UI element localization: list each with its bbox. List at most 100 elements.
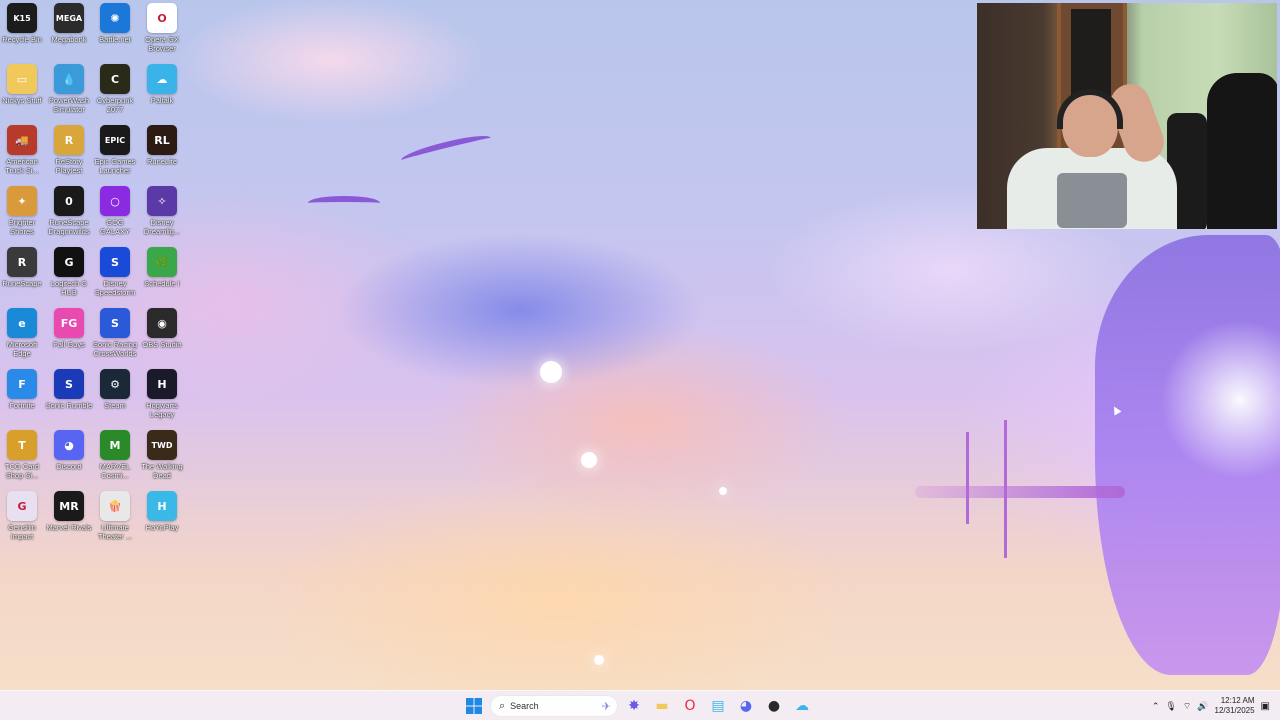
desktop-icon-label: Sonic Racing CrossWorlds [92, 340, 138, 358]
desktop-icon-label: OBS Studio [142, 340, 182, 349]
desktop-icon-label: ReStory Playtest [55, 157, 83, 175]
taskbar-clock[interactable]: 12:12 AM 12/31/2025 [1215, 696, 1255, 716]
microphone-icon[interactable]: 🎙 [1165, 701, 1176, 712]
desktop-icon[interactable]: G Genshin Impact [0, 491, 46, 541]
taskbar-app-button[interactable]: ◕ [734, 694, 758, 718]
marvel-rivals-icon: MR [54, 491, 84, 521]
clock-date: 12/31/2025 [1214, 706, 1255, 715]
system-tray: ⌃ 🎙 ⌔ 🔊 12:12 AM 12/31/2025 ▣ [1152, 694, 1270, 718]
dragonwilds-icon: 0 [54, 186, 84, 216]
wallpaper-mast [1004, 420, 1007, 558]
desktop-icon[interactable]: 🌿 Schedule I [138, 247, 186, 288]
folder-icon: ▭ [7, 64, 37, 94]
wallpaper-bird [399, 131, 493, 167]
desktop-icon[interactable]: EPIC Epic Games Launcher [91, 125, 139, 175]
desktop-icon[interactable]: ✺ Battle.net [91, 3, 139, 44]
desktop-icon-label: Epic Games Launcher [94, 157, 136, 175]
taskbar-app-button[interactable]: ☁ [790, 694, 814, 718]
desktop-icon-label: Hogwarts Legacy [146, 401, 178, 419]
desktop-icon[interactable]: R RuneScape [0, 247, 46, 288]
taskbar-app-button[interactable]: ▤ [706, 694, 730, 718]
wifi-icon[interactable]: ⌔ [1183, 701, 1191, 712]
sonic-racing-icon: S [100, 308, 130, 338]
disney-dreamlight-icon: ✧ [147, 186, 177, 216]
desktop-icon[interactable]: R ReStory Playtest [45, 125, 93, 175]
disney-speedstorm-icon: S [100, 247, 130, 277]
desktop-icon[interactable]: S Sonic Rumble [45, 369, 93, 410]
desktop-icon-label: Marvel Rivals [46, 523, 92, 532]
desktop-icon[interactable]: ◕ Discord [45, 430, 93, 471]
desktop-icon[interactable]: MR Marvel Rivals [45, 491, 93, 532]
edge-icon: e [7, 308, 37, 338]
restory-icon: R [54, 125, 84, 155]
desktop-icon[interactable]: 🚚 American Truck Si... [0, 125, 46, 175]
desktop-icon[interactable]: C Cyberpunk 2077 [91, 64, 139, 114]
desktop-icon[interactable]: H HoYoPlay [138, 491, 186, 532]
webcam-shirt-print [1057, 173, 1127, 228]
desktop-icon-label: Schedule I [144, 279, 180, 288]
desktop-icon[interactable]: ▭ Nickys Stuff [0, 64, 46, 105]
taskbar-app-button[interactable]: ▬ [650, 694, 674, 718]
paltalk-icon: ☁ [795, 698, 809, 714]
taskbar-pinned-apps: ✸ ▬ O ▤ ◕ ● ☁ [622, 694, 814, 718]
taskbar-app-button[interactable]: ● [762, 694, 786, 718]
wallpaper-orb [581, 452, 597, 468]
desktop-icon[interactable]: RL RuneLite [138, 125, 186, 166]
desktop-icon-label: Disney Speedstorm [94, 279, 136, 297]
desktop-icon-label: RuneScape [2, 279, 42, 288]
search-highlight-icon: ✈ [601, 700, 611, 713]
desktop-icon[interactable]: ○ GOG GALAXY [91, 186, 139, 236]
desktop-icon[interactable]: FG Fall Guys [45, 308, 93, 349]
desktop-icon[interactable]: MEGA Megabonk [45, 3, 93, 44]
taskbar-app-button[interactable]: ✸ [622, 694, 646, 718]
desktop-icon-label: American Truck Si... [5, 157, 39, 175]
desktop-icon[interactable]: 💧 PowerWash Simulator [45, 64, 93, 114]
desktop-icon[interactable]: ◉ OBS Studio [138, 308, 186, 349]
brighter-shores-icon: ✦ [7, 186, 37, 216]
megabonk-icon: MEGA [54, 3, 84, 33]
desktop-icon[interactable]: S Disney Speedstorm [91, 247, 139, 297]
desktop-icon[interactable]: O Opera GX Browser [138, 3, 186, 53]
desktop-icon-label: The Walking Dead [141, 462, 183, 480]
start-button[interactable] [462, 694, 486, 718]
fall-guys-icon: FG [54, 308, 84, 338]
volume-icon[interactable]: 🔊 [1197, 701, 1208, 712]
desktop-icon[interactable]: F Fortnite [0, 369, 46, 410]
fortnite-icon: F [7, 369, 37, 399]
desktop-icon[interactable]: ✧ Disney Dreamlig... [138, 186, 186, 236]
opera-gx-icon: O [147, 3, 177, 33]
taskbar-app-button[interactable]: O [678, 694, 702, 718]
wallpaper-glow [1160, 320, 1280, 480]
schedule-one-icon: 🌿 [147, 247, 177, 277]
desktop-icon-label: Paltalk [150, 96, 174, 105]
desktop-icon[interactable]: ⚙ Steam [91, 369, 139, 410]
desktop-icon[interactable]: S Sonic Racing CrossWorlds [91, 308, 139, 358]
runescape-icon: R [7, 247, 37, 277]
desktop-icon[interactable]: TWD The Walking Dead [138, 430, 186, 480]
chevron-up-icon[interactable]: ⌃ [1152, 701, 1160, 712]
desktop-icon[interactable]: H Hogwarts Legacy [138, 369, 186, 419]
desktop-icon-label: Steam [104, 401, 126, 410]
desktop-icon[interactable]: 0 RuneScape Dragonwilds [45, 186, 93, 236]
desktop-icon[interactable]: e Microsoft Edge [0, 308, 46, 358]
epic-games-icon: EPIC [100, 125, 130, 155]
wallpaper-orb [719, 487, 727, 495]
desktop-icon[interactable]: G Logitech G HUB [45, 247, 93, 297]
desktop-icon[interactable]: M MARVEL Cosmi... [91, 430, 139, 480]
desktop-icon-label: HoYoPlay [145, 523, 179, 532]
taskbar-search-box[interactable]: ⌕ Search ✈ [490, 695, 618, 717]
desktop-icon[interactable]: T TCG Card Shop Si... [0, 430, 46, 480]
desktop-icon-label: RuneScape Dragonwilds [48, 218, 90, 236]
genshin-impact-icon: G [7, 491, 37, 521]
desktop-icon[interactable]: 🍿 Ultimate Theater ... [91, 491, 139, 541]
desktop-icon-label: Recycle Bin [2, 35, 42, 44]
steam-icon: ⚙ [100, 369, 130, 399]
desktop-icon[interactable]: ✦ Brighter Shores [0, 186, 46, 236]
file-explorer-icon: ▬ [655, 698, 669, 714]
notifications-icon[interactable]: ▣ [1261, 701, 1270, 712]
wallpaper-pier [915, 486, 1125, 498]
logitech-ghub-icon: G [54, 247, 84, 277]
desktop-icon-label: Nickys Stuff [2, 96, 42, 105]
desktop-icon[interactable]: ☁ Paltalk [138, 64, 186, 105]
desktop-icon[interactable]: K15 Recycle Bin [0, 3, 46, 44]
